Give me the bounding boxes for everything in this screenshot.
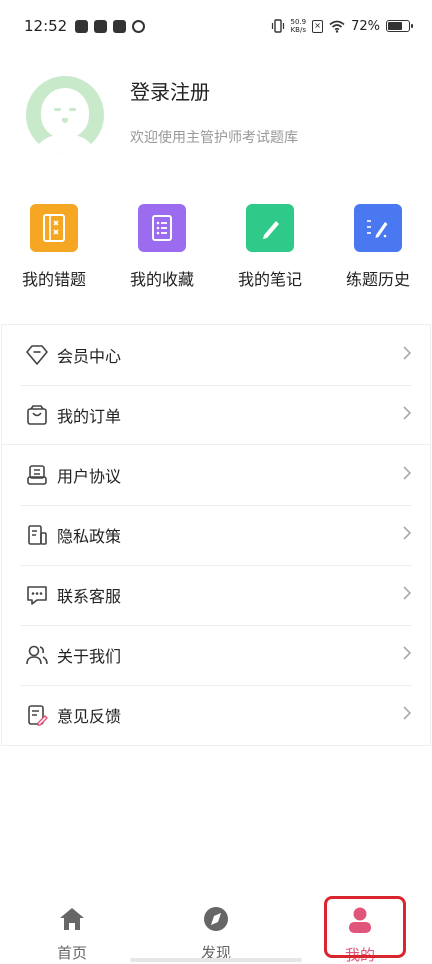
practice-history-icon	[354, 204, 402, 252]
bottom-nav: 首页 发现 我的	[0, 894, 432, 964]
net-speed-value: 50.9	[290, 18, 307, 26]
menu-item-contact-support[interactable]: 联系客服	[2, 565, 430, 625]
menu-label: 联系客服	[57, 587, 122, 606]
vibrate-icon	[271, 19, 284, 33]
menu-label: 我的订单	[57, 407, 122, 426]
status-right: 50.9 KB/s × 72%	[271, 18, 413, 34]
menu-item-feedback[interactable]: 意见反馈	[2, 685, 430, 745]
menu-item-about-us[interactable]: 关于我们	[2, 625, 430, 685]
quick-wrong-questions[interactable]: 我的错题	[0, 204, 108, 290]
menu-label: 用户协议	[57, 467, 122, 486]
diamond-icon	[25, 343, 49, 367]
quick-actions: 我的错题 我的收藏 我的笔记 练题历史	[0, 204, 432, 290]
status-time: 12:52	[24, 17, 68, 35]
tab-home[interactable]: 首页	[0, 894, 144, 964]
chevron-right-icon	[402, 585, 412, 605]
menu-label: 关于我们	[57, 647, 122, 666]
menu-group-info: 用户协议 隐私政策 联系客服 关于我们 意见反馈	[1, 444, 431, 746]
menu-label: 隐私政策	[57, 527, 122, 546]
battery-icon	[386, 20, 413, 32]
chevron-right-icon	[402, 465, 412, 485]
shopping-bag-icon	[25, 403, 49, 427]
menu-item-privacy-policy[interactable]: 隐私政策	[2, 505, 430, 565]
menu-item-my-orders[interactable]: 我的订单	[2, 385, 430, 445]
welcome-text: 欢迎使用主管护师考试题库	[130, 129, 298, 146]
compass-icon	[202, 906, 230, 936]
quick-favorites[interactable]: 我的收藏	[108, 204, 216, 290]
home-indicator	[130, 958, 302, 962]
chevron-right-icon	[402, 405, 412, 425]
status-bar: 12:52 50.9 KB/s × 72%	[0, 0, 432, 52]
menu-label: 意见反馈	[57, 707, 122, 726]
profile-icon	[346, 906, 374, 938]
quick-practice-history[interactable]: 练题历史	[324, 204, 432, 290]
wrong-questions-icon	[30, 204, 78, 252]
chevron-right-icon	[402, 525, 412, 545]
privacy-policy-icon	[25, 523, 49, 547]
wifi-icon	[329, 20, 345, 33]
agreement-icon	[25, 463, 49, 487]
quick-label: 我的笔记	[237, 270, 302, 289]
chat-icon	[25, 583, 49, 607]
tab-discover[interactable]: 发现	[144, 894, 288, 964]
users-icon	[25, 643, 49, 667]
net-speed-unit: KB/s	[290, 26, 306, 34]
quick-label: 我的收藏	[129, 270, 194, 289]
menu-group-account: 会员中心 我的订单	[1, 324, 431, 446]
menu-label: 会员中心	[57, 347, 122, 366]
message-notification-icon	[75, 19, 89, 33]
link-notification-icon	[132, 19, 146, 33]
home-icon	[58, 906, 86, 936]
app-notification-icon	[94, 19, 108, 33]
favorites-icon	[138, 204, 186, 252]
notification-icons	[75, 19, 146, 33]
sim-off-icon: ×	[312, 19, 324, 33]
notes-icon	[246, 204, 294, 252]
chevron-right-icon	[402, 705, 412, 725]
tab-mine[interactable]: 我的	[288, 894, 432, 964]
chevron-right-icon	[402, 345, 412, 365]
menu-item-user-agreement[interactable]: 用户协议	[2, 445, 430, 505]
avatar[interactable]	[26, 76, 104, 154]
battery-percent: 72%	[351, 18, 380, 34]
login-register-link[interactable]: 登录注册	[130, 76, 298, 105]
tab-label: 首页	[56, 944, 87, 962]
chevron-right-icon	[402, 645, 412, 665]
mail-notification-icon	[113, 19, 127, 33]
menu-item-member-center[interactable]: 会员中心	[2, 325, 430, 385]
quick-notes[interactable]: 我的笔记	[216, 204, 324, 290]
profile-header[interactable]: 登录注册 欢迎使用主管护师考试题库	[26, 76, 298, 154]
feedback-icon	[25, 703, 49, 727]
quick-label: 练题历史	[345, 270, 410, 289]
quick-label: 我的错题	[21, 270, 86, 289]
net-speed: 50.9 KB/s	[291, 18, 307, 34]
tab-label: 我的	[344, 946, 375, 964]
